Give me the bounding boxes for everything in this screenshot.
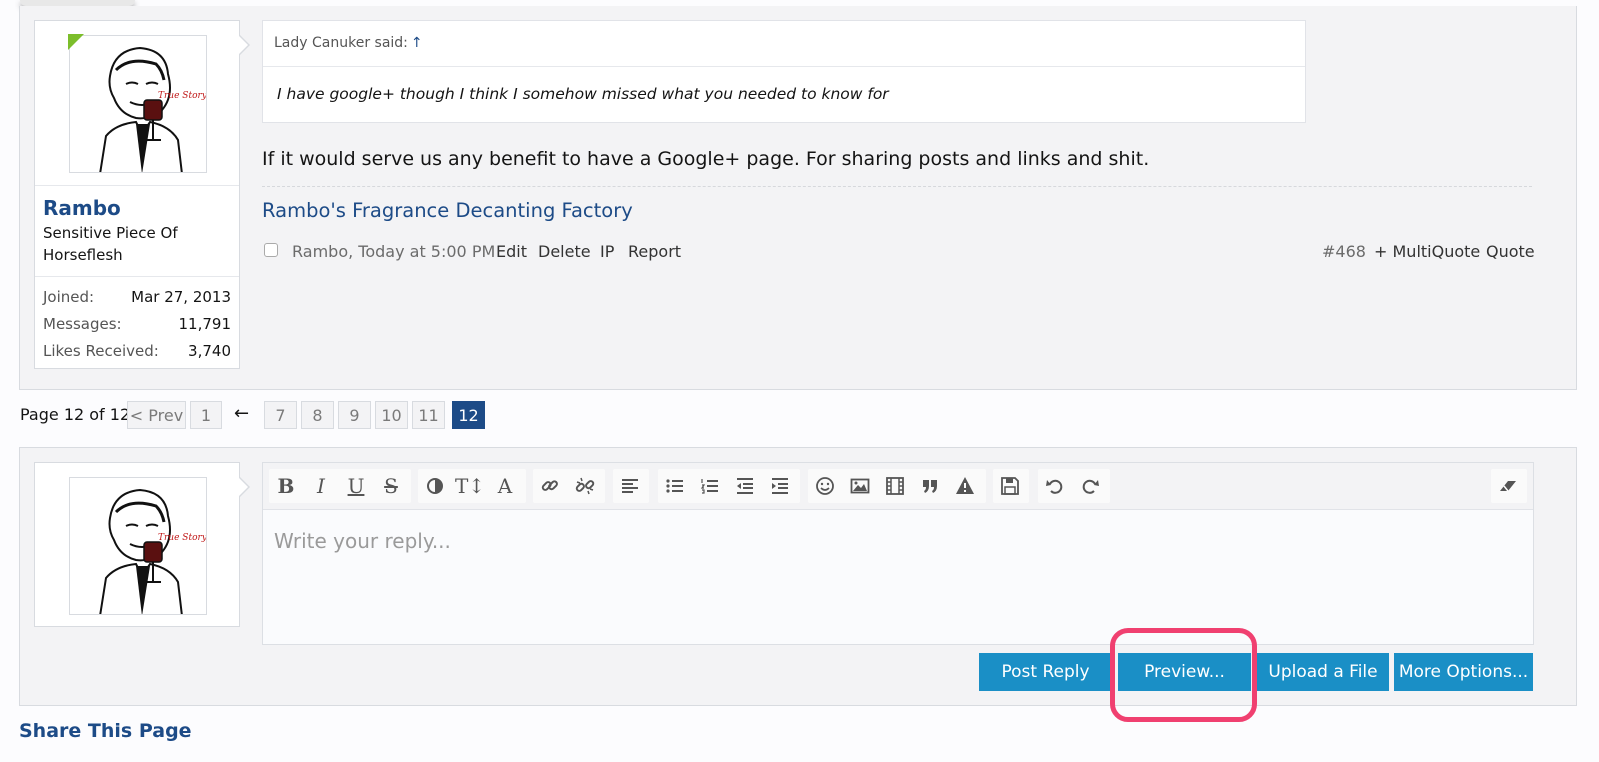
- toolbar-group-insert: [808, 469, 986, 503]
- toolbar-group-clean: [1491, 469, 1527, 503]
- avatar-caption: True Story: [158, 91, 207, 101]
- quote-link[interactable]: Quote: [1486, 242, 1535, 261]
- image-icon[interactable]: [843, 469, 877, 503]
- online-indicator: [68, 34, 84, 50]
- meme-avatar-icon: True Story: [70, 36, 207, 172]
- undo-icon[interactable]: [1038, 469, 1072, 503]
- save-draft-icon[interactable]: [993, 469, 1027, 503]
- editor-toolbar: B I U S T↕ A: [263, 463, 1533, 510]
- more-options-button[interactable]: More Options...: [1394, 653, 1533, 691]
- avatar: True Story: [69, 477, 207, 615]
- page-jump-icon[interactable]: ←: [234, 403, 249, 424]
- quote-icon[interactable]: [913, 469, 947, 503]
- username-link[interactable]: Rambo: [43, 196, 121, 220]
- bold-icon[interactable]: B: [269, 469, 303, 503]
- quote-attribution: Lady Canuker said: ↑: [274, 35, 423, 51]
- text-color-icon[interactable]: [418, 469, 452, 503]
- media-icon[interactable]: [878, 469, 912, 503]
- delete-link[interactable]: Delete: [538, 242, 591, 261]
- quote-author: Lady Canuker said:: [274, 35, 408, 51]
- post-body: If it would serve us any benefit to have…: [262, 148, 1150, 170]
- card-divider: [35, 185, 239, 186]
- spoiler-icon[interactable]: [948, 469, 982, 503]
- toolbar-group-link: [533, 469, 605, 503]
- card-arrow: [239, 477, 250, 497]
- page-11-button[interactable]: 11: [412, 401, 445, 429]
- signature-divider: [262, 186, 1532, 187]
- page-12-current[interactable]: 12: [452, 401, 485, 429]
- edit-link[interactable]: Edit: [496, 242, 527, 261]
- toolbar-group-text: T↕ A: [418, 469, 526, 503]
- link-icon[interactable]: [533, 469, 567, 503]
- stat-likes: Likes Received: 3,740: [43, 342, 231, 360]
- quote-block: Lady Canuker said: ↑ I have google+ thoug…: [262, 20, 1306, 123]
- page-10-button[interactable]: 10: [375, 401, 408, 429]
- toolbar-group-list: [658, 469, 800, 503]
- indent-icon[interactable]: [763, 469, 797, 503]
- avatar[interactable]: True Story: [69, 35, 207, 173]
- stat-messages: Messages: 11,791: [43, 315, 231, 333]
- quote-text: I have google+ though I think I somehow …: [277, 85, 889, 103]
- redo-icon[interactable]: [1073, 469, 1107, 503]
- smilie-icon[interactable]: [808, 469, 842, 503]
- toolbar-group-format: B I U S: [269, 469, 411, 503]
- post-reply-button[interactable]: Post Reply: [979, 653, 1112, 691]
- stat-label: Joined:: [43, 288, 95, 306]
- user-title: Sensitive Piece Of Horseflesh: [43, 224, 178, 264]
- toolbar-group-align: [613, 469, 649, 503]
- message-post: True Story Rambo Sensitive Piece Of Hors…: [19, 6, 1577, 390]
- reply-user-card: True Story: [34, 462, 250, 627]
- quick-reply-form: True Story B I U S T↕ A Write your reply…: [19, 447, 1577, 706]
- toolbar-group-draft: [993, 469, 1029, 503]
- unlink-icon[interactable]: [568, 469, 602, 503]
- ip-link[interactable]: IP: [600, 242, 614, 261]
- reply-editor: B I U S T↕ A Write your reply...: [262, 462, 1534, 645]
- quote-divider: [263, 66, 1305, 67]
- post-meta-bar: Rambo, Today at 5:00 PM Edit Delete IP R…: [262, 242, 1535, 264]
- stat-value[interactable]: 11,791: [179, 315, 232, 333]
- stat-value: Mar 27, 2013: [131, 288, 231, 306]
- font-size-icon[interactable]: T↕: [453, 469, 487, 503]
- upload-file-button[interactable]: Upload a File: [1257, 653, 1389, 691]
- outdent-icon[interactable]: [728, 469, 762, 503]
- multiquote-link[interactable]: + MultiQuote: [1374, 242, 1480, 261]
- page-1-button[interactable]: 1: [190, 401, 222, 429]
- avatar-caption: True Story: [158, 533, 207, 543]
- stat-joined: Joined: Mar 27, 2013: [43, 288, 231, 306]
- post-number-link[interactable]: #468: [1322, 242, 1366, 261]
- pagination: Page 12 of 12 < Prev 1 ← 7 8 9 10 11 12: [20, 400, 500, 430]
- page-8-button[interactable]: 8: [301, 401, 334, 429]
- align-icon[interactable]: [613, 469, 647, 503]
- strikethrough-icon[interactable]: S: [374, 469, 408, 503]
- report-link[interactable]: Report: [628, 242, 681, 261]
- post-author-time[interactable]: Rambo, Today at 5:00 PM: [292, 242, 495, 261]
- jump-to-quote-icon[interactable]: ↑: [411, 35, 423, 51]
- bullet-list-icon[interactable]: [658, 469, 692, 503]
- card-arrow: [239, 35, 250, 55]
- stat-label: Likes Received:: [43, 342, 159, 360]
- inline-mod-checkbox[interactable]: [264, 243, 278, 257]
- preview-button[interactable]: Preview...: [1118, 653, 1251, 691]
- meme-avatar-icon: True Story: [70, 478, 207, 614]
- font-family-icon[interactable]: A: [488, 469, 522, 503]
- numbered-list-icon[interactable]: [693, 469, 727, 503]
- remove-formatting-icon[interactable]: [1491, 469, 1525, 503]
- underline-icon[interactable]: U: [339, 469, 373, 503]
- stat-label: Messages:: [43, 315, 122, 333]
- signature-link[interactable]: Rambo's Fragrance Decanting Factory: [262, 199, 633, 222]
- user-info-card: True Story Rambo Sensitive Piece Of Hors…: [34, 20, 250, 369]
- prev-page-button[interactable]: < Prev: [127, 401, 186, 429]
- page-7-button[interactable]: 7: [264, 401, 297, 429]
- reply-textarea[interactable]: Write your reply...: [274, 529, 451, 553]
- card-divider: [35, 276, 239, 277]
- italic-icon[interactable]: I: [304, 469, 338, 503]
- page-9-button[interactable]: 9: [338, 401, 371, 429]
- toolbar-group-history: [1038, 469, 1110, 503]
- page-label: Page 12 of 12: [20, 405, 131, 424]
- share-page-heading: Share This Page: [19, 720, 192, 742]
- stat-value: 3,740: [188, 342, 231, 360]
